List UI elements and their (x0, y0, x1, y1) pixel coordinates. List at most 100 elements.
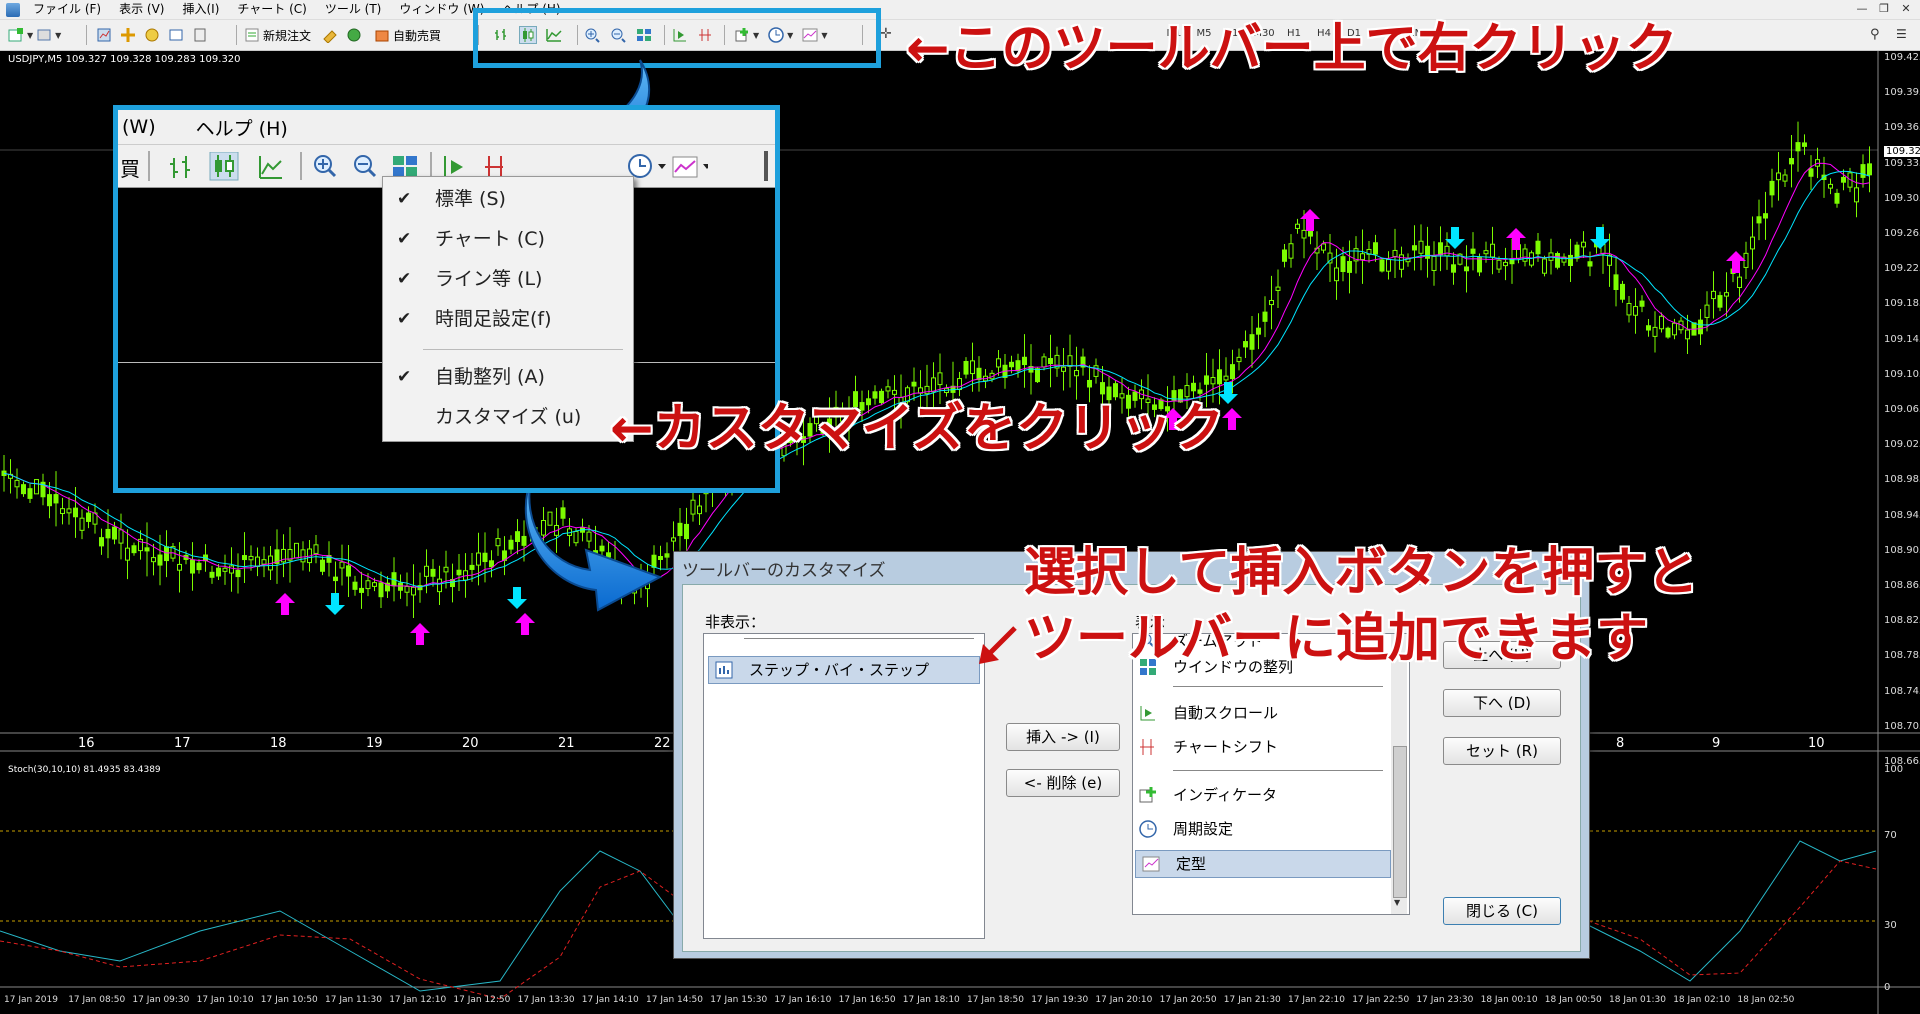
profiles-icon[interactable] (36, 27, 52, 43)
market-watch-icon[interactable] (96, 27, 112, 43)
candle-body (60, 508, 65, 515)
candle-body (1256, 327, 1261, 335)
minimize-icon[interactable]: — (1852, 1, 1872, 17)
auto-trading-button[interactable]: 自動売買 (393, 27, 441, 44)
price-label: 109.395 (1884, 87, 1920, 99)
new-order-icon[interactable] (244, 27, 260, 43)
candle-body (216, 567, 221, 577)
context-item-timeframes[interactable]: ✔ 時間足設定(f) (383, 301, 633, 337)
candle-body (398, 582, 403, 591)
context-item-standard[interactable]: ✔ 標準 (S) (383, 181, 633, 217)
candle-body (489, 560, 494, 568)
close-button[interactable]: 閉じる (C) (1443, 897, 1561, 925)
scroll-down-icon[interactable]: ▼ (1394, 898, 1400, 907)
context-item-customize[interactable]: カスタマイズ (u) (383, 399, 633, 435)
shown-list-scrollbar[interactable]: ▼ (1391, 634, 1407, 914)
time-label: 17 Jan 11:30 (325, 995, 382, 1005)
menu-tools[interactable]: ツール (T) (316, 0, 391, 19)
list-item-chart-shift[interactable]: チャートシフト (1133, 734, 1393, 760)
candle-body (34, 479, 39, 495)
list-item-auto-scroll[interactable]: 自動スクロール (1133, 700, 1393, 726)
candle-body (313, 544, 319, 554)
time-label: 17 Jan 09:30 (132, 995, 190, 1005)
chevron-down-icon[interactable]: ▼ (55, 31, 61, 40)
candle-body (1841, 176, 1846, 183)
move-down-button[interactable]: 下へ (D) (1443, 689, 1561, 717)
list-item-periods[interactable]: 周期設定 (1133, 816, 1393, 842)
candle-body (235, 569, 241, 578)
indicators-icon (1139, 786, 1157, 804)
context-item-lines[interactable]: ✔ ライン等 (L) (383, 261, 633, 297)
candle-body (1373, 242, 1378, 255)
candle-body (1483, 250, 1489, 255)
new-order-button[interactable]: 新規注文 (263, 27, 311, 44)
hidden-items-list[interactable]: ステップ・バイ・ステップ (703, 633, 985, 939)
time-label: 18 Jan 02:10 (1673, 995, 1731, 1005)
candle-body (320, 559, 325, 572)
up-arrow-icon (1726, 251, 1746, 273)
candle-body (1236, 356, 1242, 363)
candle-body (1477, 257, 1482, 273)
time-label: 17 Jan 16:10 (774, 995, 832, 1005)
candle-body (86, 512, 91, 522)
candle-body (1249, 334, 1255, 350)
time-label: 17 Jan 22:10 (1288, 995, 1345, 1005)
time-label: 18 Jan 00:10 (1480, 995, 1538, 1005)
candle-body (164, 546, 169, 562)
market-icon[interactable] (346, 27, 362, 43)
time-label: 17 Jan 19:30 (1031, 995, 1089, 1005)
new-chart-icon[interactable] (8, 27, 24, 43)
context-item-chart[interactable]: ✔ チャート (C) (383, 221, 633, 257)
candle-body (1262, 311, 1268, 322)
list-item-indicators[interactable]: インディケータ (1133, 782, 1393, 808)
candle-body (300, 549, 306, 563)
menu-chart[interactable]: チャート (C) (228, 0, 315, 19)
delete-button[interactable]: <- 削除 (e) (1006, 769, 1120, 797)
candle-body (1210, 377, 1216, 385)
auto-trading-icon[interactable] (374, 27, 390, 43)
chart-shift-icon (1139, 738, 1157, 756)
time-label: 17 Jan 21:30 (1223, 995, 1281, 1005)
candle-body (1301, 229, 1307, 239)
chat-icon[interactable]: ☰ (1896, 27, 1907, 41)
list-item-templates[interactable]: 定型 (1135, 850, 1391, 878)
list-item-step-by-step[interactable]: ステップ・バイ・ステップ (708, 656, 980, 684)
insert-button[interactable]: 挿入 -> (I) (1006, 723, 1120, 751)
close-icon[interactable]: ✕ (1896, 1, 1916, 17)
candle-body (1613, 274, 1619, 290)
candle-body (359, 587, 364, 593)
candle-body (515, 531, 520, 543)
scrollbar-thumb[interactable] (1393, 746, 1407, 898)
candle-body (437, 578, 442, 593)
navigator-icon[interactable] (120, 27, 136, 43)
menu-insert[interactable]: 挿入(I) (173, 0, 228, 19)
candle-body (1581, 241, 1586, 248)
metaeditor-icon[interactable] (322, 27, 338, 44)
candle-body (1646, 325, 1651, 331)
menu-file[interactable]: ファイル (F) (24, 0, 110, 19)
crosshair-icon[interactable]: ✛ (880, 26, 892, 42)
terminal-icon[interactable] (168, 27, 184, 43)
price-label: 109.225 (1884, 263, 1920, 275)
up-arrow-icon (1222, 408, 1242, 430)
menu-view[interactable]: 表示 (V) (110, 0, 173, 19)
reset-button[interactable]: セット (R) (1443, 737, 1561, 765)
restore-icon[interactable]: ❐ (1874, 1, 1894, 17)
strategy-tester-icon[interactable] (192, 27, 208, 43)
candle-body (14, 479, 20, 488)
candle-body (1308, 229, 1313, 237)
shown-items-list[interactable]: ズームアウト ウインドウの整列 自動スクロール チャートシフト インディケータ (1132, 633, 1410, 915)
time-label: 18 Jan 01:30 (1609, 995, 1666, 1005)
search-icon[interactable]: ⚲ (1870, 27, 1880, 42)
candle-body (1451, 264, 1456, 273)
candle-body (495, 538, 501, 547)
context-item-auto-arrange[interactable]: ✔ 自動整列 (A) (383, 359, 633, 395)
step-by-step-icon (715, 661, 733, 679)
candle-body (157, 554, 163, 566)
data-window-icon[interactable] (144, 27, 160, 43)
candle-body (697, 505, 702, 515)
chevron-down-icon[interactable]: ▼ (27, 31, 33, 40)
candle-body (1867, 163, 1872, 176)
time-label: 17 Jan 12:50 (453, 995, 511, 1005)
candle-body (996, 358, 1001, 368)
